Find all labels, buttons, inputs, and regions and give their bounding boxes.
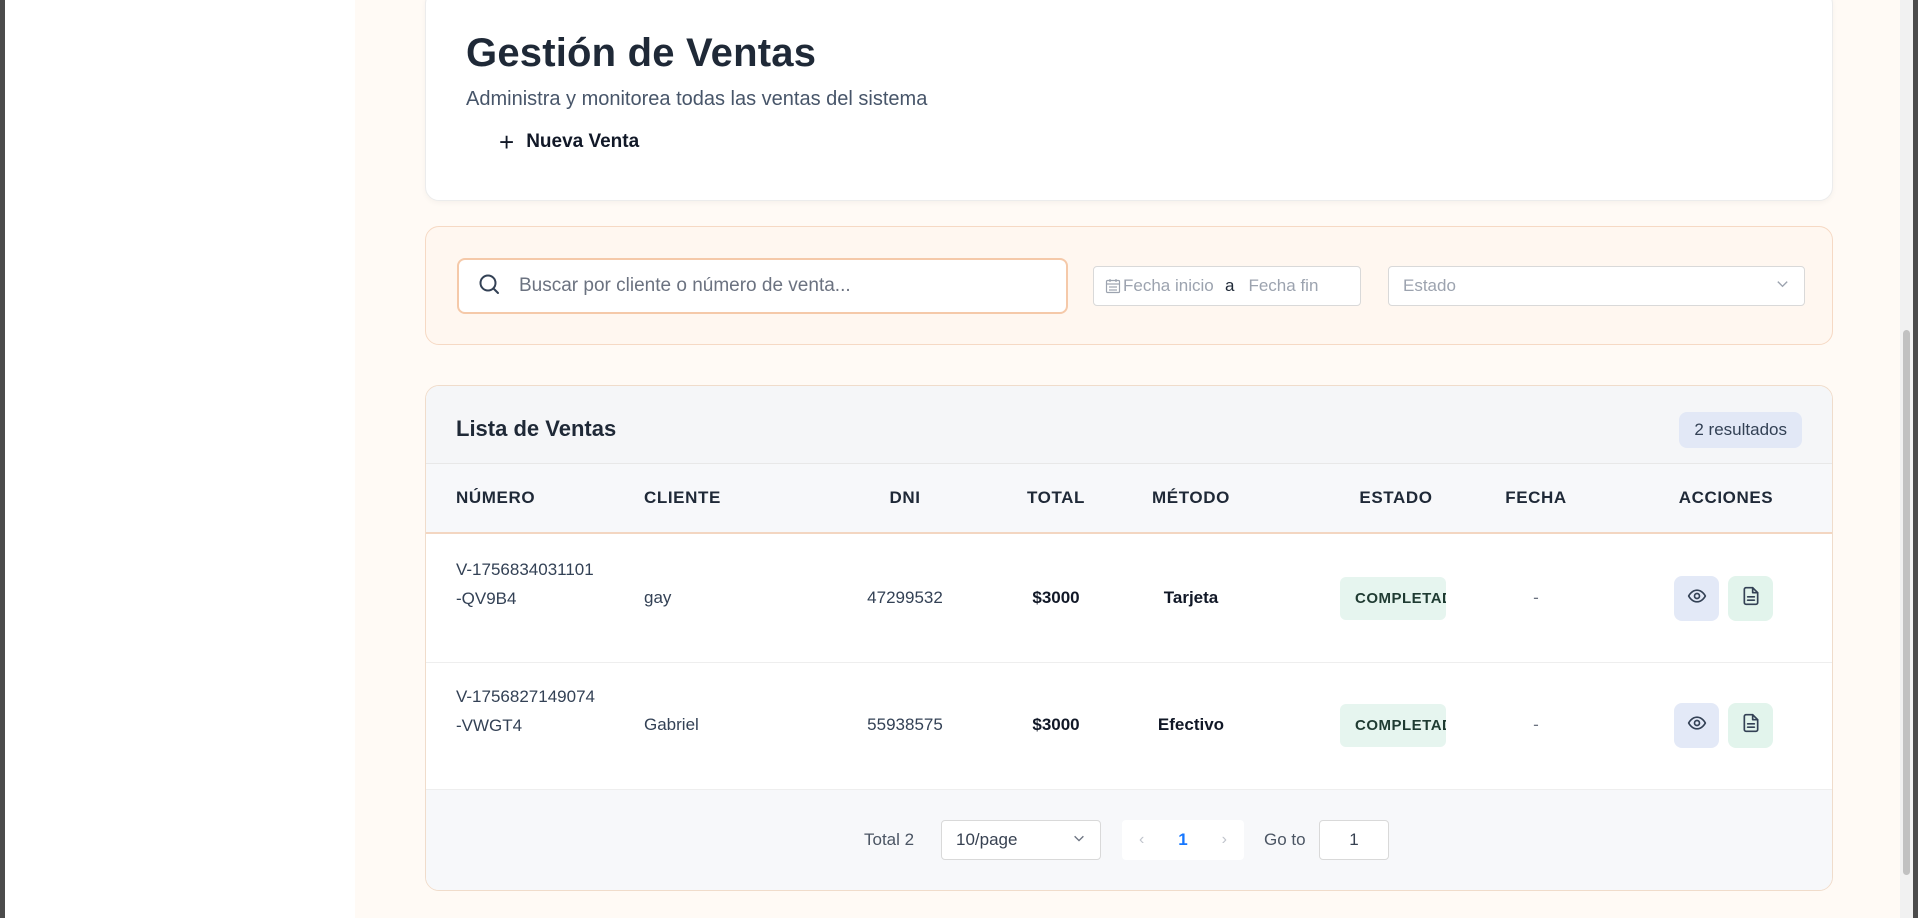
sale-client: gay	[644, 588, 672, 607]
page-subtitle: Administra y monitorea todas las ventas …	[466, 88, 928, 110]
document-icon	[1741, 586, 1761, 611]
page-number-current[interactable]: 1	[1178, 830, 1187, 850]
sale-client: Gabriel	[644, 715, 699, 734]
page-size-value: 10/page	[956, 830, 1018, 849]
sidebar	[5, 0, 355, 918]
page-title: Gestión de Ventas	[466, 31, 817, 75]
sale-number: V-1756827149074-VWGT4	[456, 687, 595, 735]
status-badge: COMPLETADA	[1340, 704, 1446, 747]
search-input[interactable]	[519, 275, 1039, 297]
page-navigation: ‹ 1 ›	[1122, 820, 1244, 860]
sale-total: $3000	[1032, 588, 1080, 607]
table-row[interactable]: V-1756827149074-VWGT4 Gabriel 55938575 $…	[426, 663, 1832, 790]
list-header: Lista de Ventas 2 resultados	[426, 386, 1832, 464]
sale-dni: 55938575	[867, 715, 943, 734]
date-end-input[interactable]: Fecha fin	[1248, 276, 1318, 296]
document-icon	[1741, 713, 1761, 738]
column-header-metodo[interactable]: MÉTODO	[1126, 488, 1256, 508]
sale-dni: 47299532	[867, 588, 943, 607]
new-sale-button[interactable]: + Nueva Venta	[499, 127, 639, 157]
results-count-badge: 2 resultados	[1679, 412, 1802, 448]
main-content: Gestión de Ventas Administra y monitorea…	[355, 0, 1907, 918]
date-separator: a	[1225, 276, 1235, 295]
column-header-dni[interactable]: DNI	[830, 488, 980, 508]
view-sale-button[interactable]	[1674, 576, 1719, 621]
chevron-down-icon	[1072, 830, 1086, 850]
sale-date: -	[1533, 715, 1539, 734]
filter-card: Fecha inicio a Fecha fin Estado	[425, 226, 1833, 345]
view-sale-button[interactable]	[1674, 703, 1719, 748]
sale-method: Efectivo	[1157, 715, 1225, 734]
table-header: NÚMERO CLIENTE DNI TOTAL MÉTODO ESTADO F…	[426, 464, 1832, 534]
list-title: Lista de Ventas	[456, 416, 617, 441]
eye-icon	[1687, 586, 1707, 611]
status-badge: COMPLETADA	[1340, 577, 1446, 620]
window-frame-right	[1913, 0, 1918, 918]
eye-icon	[1687, 713, 1707, 738]
sale-number: V-1756834031101-QV9B4	[456, 560, 594, 608]
pagination-total: Total 2	[864, 830, 915, 849]
column-header-total[interactable]: TOTAL	[1006, 488, 1106, 508]
column-header-acciones: ACCIONES	[1678, 488, 1774, 507]
chevron-right-icon[interactable]: ›	[1222, 831, 1227, 849]
scrollbar[interactable]	[1900, 0, 1913, 918]
new-sale-label: Nueva Venta	[526, 131, 640, 152]
sale-date: -	[1533, 588, 1539, 607]
sale-document-button[interactable]	[1728, 703, 1773, 748]
column-header-estado[interactable]: ESTADO	[1316, 488, 1476, 508]
sale-document-button[interactable]	[1728, 576, 1773, 621]
sale-method: Tarjeta	[1163, 588, 1219, 607]
pagination: Total 2 10/page ‹ 1 › Go to	[426, 790, 1832, 890]
goto-label: Go to	[1264, 830, 1306, 849]
table-row[interactable]: V-1756834031101-QV9B4 gay 47299532 $3000…	[426, 536, 1832, 663]
column-header-numero[interactable]: NÚMERO	[456, 488, 535, 508]
sale-total: $3000	[1032, 715, 1080, 734]
plus-icon: +	[499, 127, 515, 157]
scrollbar-thumb[interactable]	[1903, 330, 1910, 875]
chevron-left-icon[interactable]: ‹	[1139, 831, 1144, 849]
sales-list-card: Lista de Ventas 2 resultados NÚMERO CLIE…	[425, 385, 1833, 891]
date-start-input[interactable]: Fecha inicio	[1123, 276, 1219, 296]
column-header-cliente[interactable]: CLIENTE	[644, 488, 721, 508]
search-box[interactable]	[457, 258, 1068, 314]
state-select[interactable]: Estado	[1388, 266, 1805, 306]
page-size-select[interactable]: 10/page	[941, 820, 1101, 860]
search-icon	[477, 272, 501, 301]
calendar-icon	[1105, 278, 1121, 294]
goto-page-input[interactable]	[1319, 820, 1389, 860]
chevron-down-icon	[1775, 276, 1790, 296]
date-range-picker[interactable]: Fecha inicio a Fecha fin	[1093, 266, 1361, 306]
column-header-fecha[interactable]: FECHA	[1486, 488, 1586, 508]
state-select-placeholder: Estado	[1403, 276, 1456, 295]
